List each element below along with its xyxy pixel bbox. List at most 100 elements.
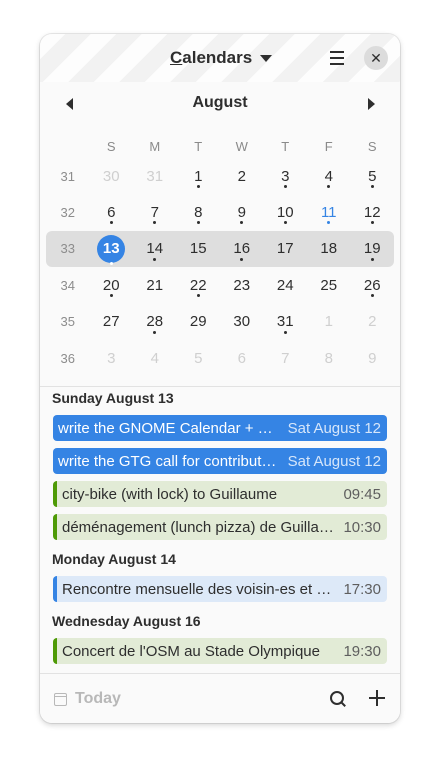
day-cell[interactable]: 31 [264, 304, 308, 340]
add-icon[interactable] [368, 689, 386, 707]
day-cell[interactable]: 14 [133, 231, 177, 267]
day-number: 25 [320, 276, 338, 294]
month-grid: S M T W T F S 31 30 31 1 2 3 4 5 32 6 7 8 9 10 11 12 33 13 14 15 16… [46, 134, 394, 376]
calendars-menu-button[interactable]: Calendars [170, 46, 273, 70]
day-cell[interactable]: 8 [307, 340, 351, 376]
weekday-label: T [194, 138, 203, 154]
today-button[interactable]: Today [54, 688, 121, 710]
day-cell[interactable]: 13 [90, 231, 134, 267]
day-cell[interactable]: 30 [90, 158, 134, 194]
day-cell[interactable]: 4 [307, 158, 351, 194]
event-title: write the GTG call for contributi… [58, 452, 280, 470]
day-cell[interactable]: 7 [133, 194, 177, 230]
event-title: Concert de l'OSM au Stade Olympique [62, 642, 320, 660]
event-dot [240, 257, 244, 261]
day-cell[interactable]: 31 [133, 158, 177, 194]
day-number: 3 [281, 167, 290, 185]
event-dot [109, 261, 113, 265]
event-dot [283, 221, 287, 225]
day-cell[interactable]: 1 [177, 158, 221, 194]
day-cell[interactable]: 3 [90, 340, 134, 376]
weekday-header-row: SMTWTFS [46, 134, 394, 158]
day-number: 14 [146, 240, 164, 258]
day-cell[interactable]: 1 [307, 304, 351, 340]
week-row: 34 20 21 22 23 24 25 26 [46, 267, 394, 303]
day-number: 4 [150, 349, 159, 367]
weekday-label: M [149, 138, 161, 154]
day-number: 10 [276, 204, 294, 222]
close-button[interactable]: ✕ [364, 46, 388, 70]
day-cell[interactable]: 24 [264, 267, 308, 303]
day-cell[interactable]: 2 [351, 304, 395, 340]
weeknum-header [46, 134, 90, 158]
week-number: 34 [60, 277, 75, 293]
day-cell[interactable]: 15 [177, 231, 221, 267]
day-cell[interactable]: 17 [264, 231, 308, 267]
event-row[interactable]: write the GNOME Calendar + Ev… Sat August… [53, 415, 387, 441]
day-cell[interactable]: 6 [90, 194, 134, 230]
today-marker: 13 [97, 234, 126, 263]
agenda-list: Sunday August 13 write the GNOME Calendar… [40, 387, 400, 673]
day-number: 31 [276, 313, 294, 331]
day-number: 20 [102, 276, 120, 294]
event-title: city-bike (with lock) to Guillaume [62, 485, 278, 503]
day-number: 23 [233, 276, 251, 294]
day-cell[interactable]: 21 [133, 267, 177, 303]
day-cell[interactable]: 16 [220, 231, 264, 267]
day-number: 19 [363, 240, 381, 258]
day-cell[interactable]: 9 [351, 340, 395, 376]
event-dot [240, 221, 244, 225]
agenda-day-header: Sunday August 13 [52, 390, 174, 406]
header-bar: Calendars ✕ [40, 34, 400, 82]
day-number: 3 [107, 349, 116, 367]
day-cell[interactable]: 22 [177, 267, 221, 303]
event-row[interactable]: write the GTG call for contributi… Sat Au… [53, 448, 387, 474]
event-title: write the GNOME Calendar + Ev… [58, 419, 280, 437]
event-dot [370, 257, 374, 261]
day-cell[interactable]: 9 [220, 194, 264, 230]
day-cell[interactable]: 5 [177, 340, 221, 376]
day-cell[interactable]: 11 [307, 194, 351, 230]
day-number: 22 [189, 276, 207, 294]
event-row[interactable]: déménagement (lunch pizza) de Guillau… 10… [53, 514, 387, 540]
day-cell[interactable]: 10 [264, 194, 308, 230]
chevron-right-icon[interactable] [368, 98, 375, 110]
day-number: 30 [233, 313, 251, 331]
day-cell[interactable]: 27 [90, 304, 134, 340]
day-cell[interactable]: 6 [220, 340, 264, 376]
event-row[interactable]: Concert de l'OSM au Stade Olympique 19:30 [53, 638, 387, 664]
week-row: 36 3 4 5 6 7 8 9 [46, 340, 394, 376]
event-time: 10:30 [343, 518, 381, 536]
event-time: Sat August 12 [287, 452, 381, 470]
agenda-day-header: Monday August 14 [52, 551, 176, 567]
day-cell[interactable]: 12 [351, 194, 395, 230]
day-cell[interactable]: 28 [133, 304, 177, 340]
day-cell[interactable]: 5 [351, 158, 395, 194]
day-number: 28 [146, 313, 164, 331]
day-number: 5 [194, 349, 203, 367]
day-cell[interactable]: 23 [220, 267, 264, 303]
event-row[interactable]: Rencontre mensuelle des voisin-es et c… 1… [53, 576, 387, 602]
hamburger-icon[interactable] [328, 50, 346, 66]
event-row[interactable]: city-bike (with lock) to Guillaume 09:45 [53, 481, 387, 507]
day-number: 6 [237, 349, 246, 367]
week-number: 31 [60, 168, 75, 184]
day-cell[interactable]: 25 [307, 267, 351, 303]
day-cell[interactable]: 29 [177, 304, 221, 340]
day-cell[interactable]: 20 [90, 267, 134, 303]
event-dot [370, 221, 374, 225]
day-cell[interactable]: 7 [264, 340, 308, 376]
event-dot [283, 330, 287, 334]
day-cell[interactable]: 19 [351, 231, 395, 267]
day-cell[interactable]: 3 [264, 158, 308, 194]
day-cell[interactable]: 4 [133, 340, 177, 376]
day-cell[interactable]: 18 [307, 231, 351, 267]
search-icon[interactable] [328, 689, 348, 709]
day-cell[interactable]: 8 [177, 194, 221, 230]
week-number: 32 [60, 205, 75, 221]
day-cell[interactable]: 30 [220, 304, 264, 340]
day-cell[interactable]: 2 [220, 158, 264, 194]
event-time: 17:30 [343, 580, 381, 598]
event-dot [370, 185, 374, 188]
day-cell[interactable]: 26 [351, 267, 395, 303]
